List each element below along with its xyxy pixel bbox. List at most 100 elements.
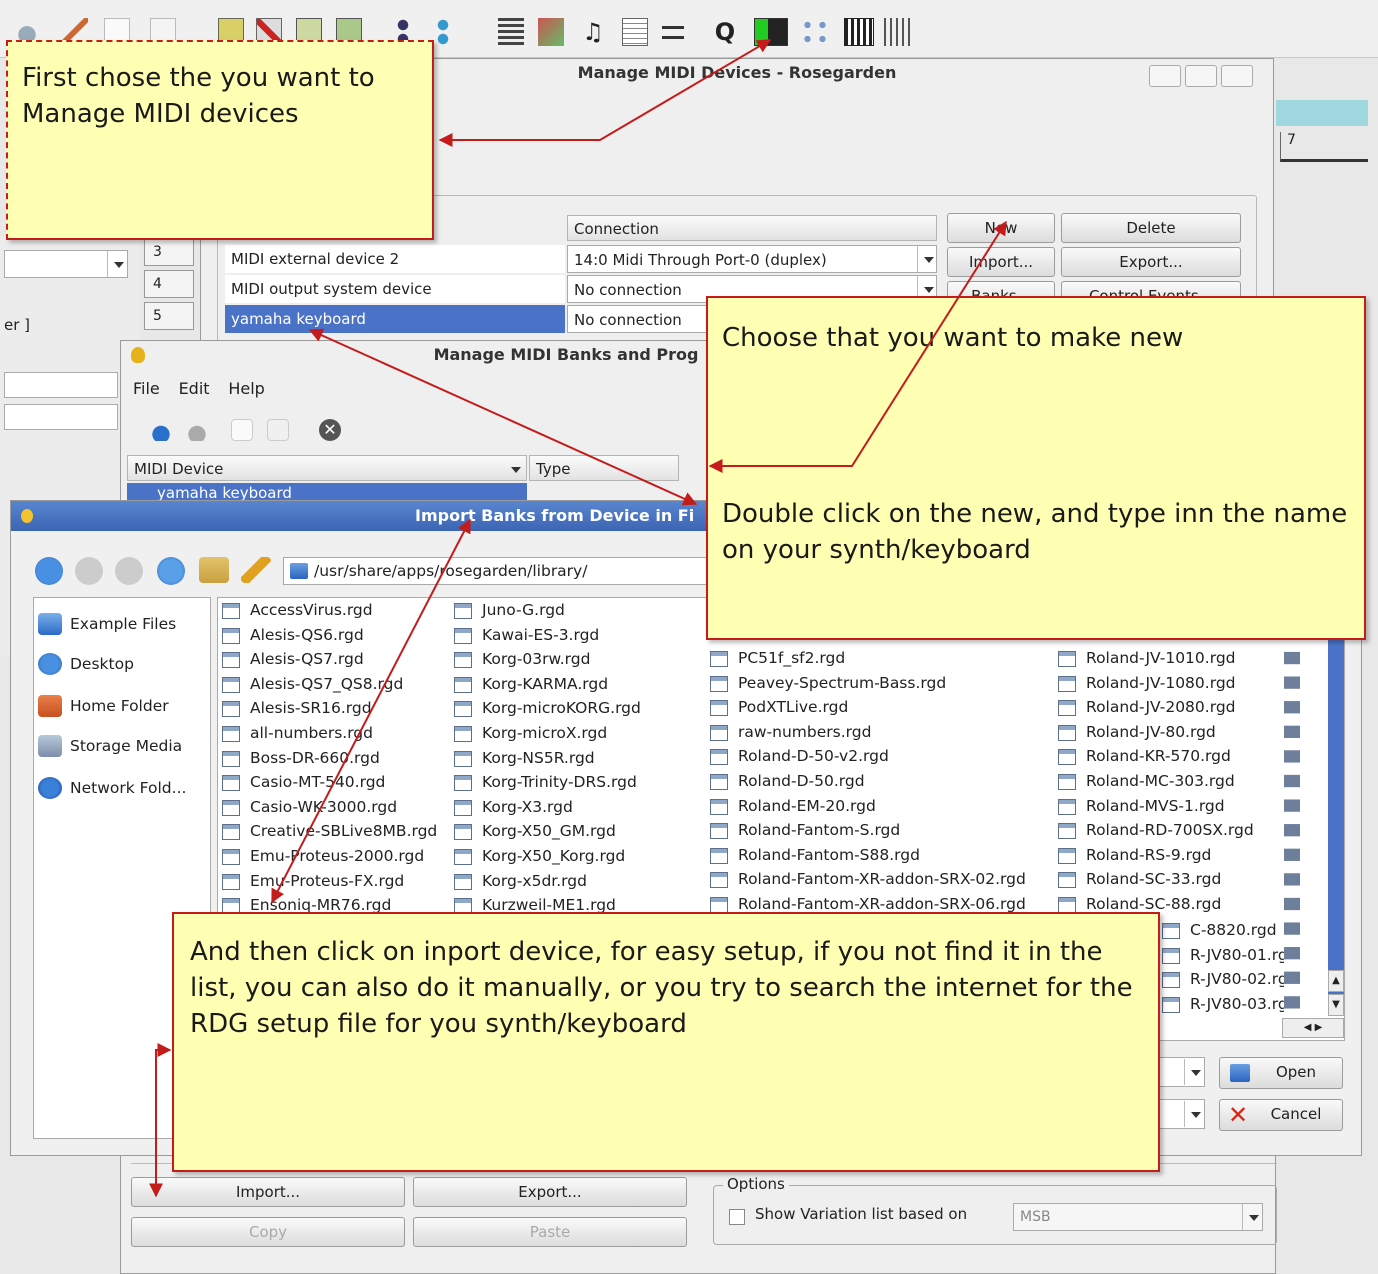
file-item[interactable]: Roland-JV-1080.rgd bbox=[1054, 671, 1236, 695]
new-folder-icon[interactable] bbox=[199, 557, 229, 583]
file-item[interactable]: Roland-JV-2080.rgd bbox=[1054, 695, 1236, 719]
place-storage-media[interactable]: Storage Media bbox=[34, 728, 182, 764]
device-row-1-connection[interactable]: 14:0 Midi Through Port-0 (duplex) bbox=[567, 245, 937, 273]
file-item[interactable]: Roland-EM-20.rgd bbox=[706, 794, 876, 818]
file-item[interactable]: R-JV80-02.rgd bbox=[1158, 967, 1298, 991]
synth-plugins-icon[interactable] bbox=[800, 18, 830, 46]
variation-checkbox[interactable] bbox=[729, 1209, 745, 1225]
file-item[interactable]: Korg-03rw.rgd bbox=[450, 647, 590, 671]
file-item[interactable]: Korg-X50_GM.rgd bbox=[450, 819, 616, 843]
file-item[interactable]: Roland-JV-80.rgd bbox=[1054, 720, 1216, 744]
open-button[interactable]: Open bbox=[1219, 1057, 1343, 1089]
back-arrow-icon[interactable] bbox=[75, 557, 103, 585]
maximize-button[interactable] bbox=[1185, 65, 1217, 87]
new-device-button[interactable]: New bbox=[947, 213, 1055, 243]
file-item[interactable]: PC51f_sf2.rgd bbox=[706, 646, 845, 670]
file-item[interactable]: Casio-MT-540.rgd bbox=[218, 770, 385, 794]
left-combo-2[interactable] bbox=[4, 372, 118, 398]
file-item[interactable]: Emu-Proteus-2000.rgd bbox=[218, 844, 424, 868]
device-row-2-name[interactable]: MIDI output system device bbox=[225, 275, 565, 303]
file-item[interactable]: Boss-DR-660.rgd bbox=[218, 746, 380, 770]
quantize-icon[interactable]: Q bbox=[712, 18, 738, 46]
chevron-down-icon[interactable] bbox=[917, 246, 937, 272]
reload-icon[interactable] bbox=[157, 557, 185, 585]
file-item[interactable]: Casio-WK-3000.rgd bbox=[218, 795, 397, 819]
file-item[interactable]: Roland-RD-700SX.rgd bbox=[1054, 818, 1254, 842]
document-icon[interactable] bbox=[622, 18, 648, 46]
paste-icon[interactable] bbox=[267, 419, 289, 441]
device-row-3-name[interactable]: yamaha keyboard bbox=[225, 305, 565, 333]
device-row-1-name[interactable]: MIDI external device 2 bbox=[225, 245, 565, 273]
import-banks-button[interactable]: Import... bbox=[131, 1177, 405, 1207]
undo-icon[interactable] bbox=[143, 419, 173, 441]
export-banks-button[interactable]: Export... bbox=[413, 1177, 687, 1207]
file-item[interactable]: Alesis-QS6.rgd bbox=[218, 623, 364, 647]
path-field[interactable]: /usr/share/apps/rosegarden/library/ bbox=[283, 557, 713, 585]
file-item[interactable]: Roland-MVS-1.rgd bbox=[1054, 794, 1225, 818]
file-item[interactable]: Roland-D-50.rgd bbox=[706, 769, 865, 793]
note-icon[interactable]: ♫ bbox=[580, 18, 606, 46]
menu-edit[interactable]: Edit bbox=[179, 379, 210, 398]
file-item[interactable]: Kawai-ES-3.rgd bbox=[450, 623, 599, 647]
redo-icon[interactable] bbox=[185, 419, 215, 441]
file-item[interactable]: Roland-Fantom-S.rgd bbox=[706, 818, 900, 842]
file-item[interactable]: Roland-RS-9.rgd bbox=[1054, 843, 1211, 867]
close-circle-icon[interactable]: ✕ bbox=[319, 419, 341, 441]
left-combo-3[interactable] bbox=[4, 404, 118, 430]
up-arrow-icon[interactable] bbox=[35, 557, 63, 585]
audio-mixer-icon[interactable] bbox=[884, 18, 910, 46]
import-device-button[interactable]: Import... bbox=[947, 247, 1055, 277]
file-item[interactable]: PodXTLive.rgd bbox=[706, 695, 848, 719]
horizontal-scrollbar[interactable]: ◀ ▶ bbox=[1282, 1018, 1344, 1038]
chevron-down-icon[interactable] bbox=[505, 456, 525, 482]
vertical-scrollbar[interactable] bbox=[1328, 598, 1344, 998]
place-desktop[interactable]: Desktop bbox=[34, 646, 134, 682]
file-item[interactable]: Roland-Fantom-XR-addon-SRX-02.rgd bbox=[706, 867, 1026, 891]
file-item[interactable]: Roland-KR-570.rgd bbox=[1054, 744, 1231, 768]
file-item[interactable]: Peavey-Spectrum-Bass.rgd bbox=[706, 671, 946, 695]
file-item[interactable]: R-JV80-03.rgd bbox=[1158, 992, 1298, 1016]
file-item[interactable]: Roland-Fantom-S88.rgd bbox=[706, 843, 920, 867]
place-network-folders[interactable]: Network Fold... bbox=[34, 770, 186, 806]
mixer-icon[interactable] bbox=[538, 18, 564, 46]
file-item[interactable]: Korg-X3.rgd bbox=[450, 795, 573, 819]
file-item[interactable]: Korg-microKORG.rgd bbox=[450, 696, 641, 720]
minimize-button[interactable] bbox=[1149, 65, 1181, 87]
dots-blue-icon[interactable] bbox=[436, 18, 450, 46]
file-item[interactable]: Emu-Proteus-FX.rgd bbox=[218, 869, 404, 893]
cancel-button[interactable]: ✕ Cancel bbox=[1219, 1099, 1343, 1131]
variation-select[interactable]: MSB bbox=[1013, 1203, 1263, 1231]
close-button[interactable] bbox=[1221, 65, 1253, 87]
file-item[interactable]: Creative-SBLive8MB.rgd bbox=[218, 819, 437, 843]
export-device-button[interactable]: Export... bbox=[1061, 247, 1241, 277]
file-item[interactable]: Korg-X50_Korg.rgd bbox=[450, 844, 625, 868]
menu-help[interactable]: Help bbox=[228, 379, 264, 398]
menu-file[interactable]: File bbox=[133, 379, 160, 398]
file-item[interactable]: Korg-NS5R.rgd bbox=[450, 746, 595, 770]
scroll-down-button[interactable]: ▼ bbox=[1328, 994, 1344, 1016]
left-combo-1[interactable] bbox=[4, 250, 128, 278]
file-item[interactable]: Korg-Trinity-DRS.rgd bbox=[450, 770, 637, 794]
copy-banks-button[interactable]: Copy bbox=[131, 1217, 405, 1247]
file-item[interactable]: Alesis-QS7_QS8.rgd bbox=[218, 672, 403, 696]
place-example-files[interactable]: Example Files bbox=[34, 606, 176, 642]
file-item[interactable]: AccessVirus.rgd bbox=[218, 598, 373, 622]
transport-icon[interactable] bbox=[498, 18, 524, 46]
file-item[interactable]: Roland-MC-303.rgd bbox=[1054, 769, 1235, 793]
file-item[interactable]: Juno-G.rgd bbox=[450, 598, 565, 622]
file-item[interactable]: Roland-D-50-v2.rgd bbox=[706, 744, 889, 768]
file-item[interactable]: Korg-x5dr.rgd bbox=[450, 869, 587, 893]
fader-icon[interactable] bbox=[660, 18, 686, 46]
file-item[interactable]: Roland-JV-1010.rgd bbox=[1054, 646, 1236, 670]
forward-arrow-icon[interactable] bbox=[115, 557, 143, 585]
file-item[interactable]: Roland-SC-33.rgd bbox=[1054, 867, 1221, 891]
file-item[interactable]: raw-numbers.rgd bbox=[706, 720, 871, 744]
file-item[interactable]: Alesis-QS7.rgd bbox=[218, 647, 364, 671]
paste-banks-button[interactable]: Paste bbox=[413, 1217, 687, 1247]
delete-device-button[interactable]: Delete bbox=[1061, 213, 1241, 243]
filename-combo[interactable] bbox=[1159, 1057, 1205, 1087]
copy-icon[interactable] bbox=[231, 419, 253, 441]
file-item[interactable]: Korg-KARMA.rgd bbox=[450, 672, 608, 696]
file-item[interactable]: R-JV80-01.rgd bbox=[1158, 943, 1298, 967]
filter-combo[interactable] bbox=[1159, 1099, 1205, 1129]
